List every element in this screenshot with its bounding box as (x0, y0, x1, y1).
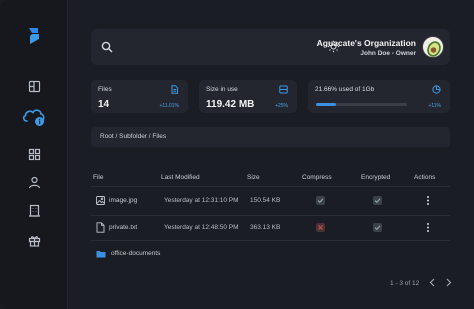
file-size: 363.13 KB (250, 224, 281, 231)
sidebar-item-cloud[interactable] (20, 106, 48, 128)
file-name[interactable]: image.jpg (109, 197, 137, 204)
user-icon (28, 176, 40, 188)
user-role: John Doe - Owner (360, 50, 416, 57)
pagination-info: 1 - 3 of 12 (390, 280, 420, 287)
document-icon (171, 85, 178, 94)
breadcrumb[interactable]: Root / Subfolder / Files (91, 127, 450, 147)
stat-label: Files (98, 86, 112, 93)
grid-icon (28, 148, 40, 160)
usage-progress-fill (316, 103, 336, 106)
stat-trend: +11.01% (159, 103, 179, 109)
top-bar: Aguacate's Organization John Doe - Owner (91, 29, 450, 65)
sidebar-item-grid[interactable] (20, 143, 48, 165)
column-header-size[interactable]: Size (247, 174, 260, 181)
stat-card-size: Size in use 119.42 MB +25% (199, 80, 297, 113)
file-size: 150.54 KB (250, 197, 281, 204)
sidebar-item-gift[interactable] (20, 229, 48, 251)
sidebar-item-building[interactable] (20, 199, 48, 221)
app-window: Aguacate's Organization John Doe - Owner… (0, 0, 474, 309)
more-actions-icon[interactable] (426, 195, 430, 206)
folder-name[interactable]: office-documents (111, 250, 160, 257)
avocado-avatar-icon (427, 41, 441, 57)
stat-label: Size in use (206, 86, 238, 93)
file-name[interactable]: private.txt (109, 224, 137, 231)
organization-name: Aguacate's Organization (316, 38, 416, 48)
breadcrumb-path: Root / Subfolder / Files (100, 133, 167, 140)
previous-page-icon[interactable] (428, 277, 437, 288)
organization-info[interactable]: Aguacate's Organization John Doe - Owner (317, 38, 416, 57)
check-icon (317, 198, 324, 204)
app-logo-icon[interactable] (27, 27, 41, 45)
layout-icon (28, 80, 40, 92)
stat-trend: +11% (428, 103, 441, 109)
cross-icon (318, 225, 323, 230)
gift-icon (28, 235, 40, 247)
stat-card-files: Files 14 +11.01% (91, 80, 188, 113)
last-modified: Yesterday at 12:48:50 PM (164, 224, 239, 231)
more-actions-icon[interactable] (426, 222, 430, 233)
column-header-file[interactable]: File (93, 174, 103, 181)
pie-chart-icon (432, 85, 441, 94)
row-divider (91, 240, 450, 241)
avatar[interactable] (422, 36, 444, 58)
compress-checkbox[interactable] (316, 196, 325, 205)
stat-card-usage: 21.66% used of 1Gb +11% (308, 80, 450, 113)
check-icon (374, 198, 381, 204)
stat-trend: +25% (275, 103, 288, 109)
sidebar-item-user[interactable] (20, 171, 48, 193)
sidebar-item-layout[interactable] (20, 75, 48, 97)
table-row[interactable]: image.jpg Yesterday at 12:31:10 PM 150.5… (91, 189, 450, 215)
compress-checkbox[interactable] (316, 223, 325, 232)
stat-label: 21.66% used of 1Gb (315, 86, 375, 93)
text-file-icon (96, 222, 105, 233)
sidebar (0, 0, 68, 309)
folder-icon (96, 251, 106, 258)
header-divider (91, 186, 450, 187)
cloud-info-icon (22, 109, 45, 126)
usage-progress-bar (316, 103, 407, 106)
stat-value: 14 (98, 99, 110, 110)
check-icon (374, 225, 381, 231)
search-icon[interactable] (101, 41, 113, 53)
last-modified: Yesterday at 12:31:10 PM (164, 197, 239, 204)
storage-icon (279, 85, 288, 94)
image-icon (96, 196, 105, 205)
encrypted-checkbox[interactable] (373, 223, 382, 232)
next-page-icon[interactable] (444, 277, 453, 288)
building-icon (28, 204, 40, 217)
column-header-last-modified[interactable]: Last Modified (161, 174, 200, 181)
stat-value: 119.42 MB (206, 99, 255, 110)
column-header-actions: Actions (414, 174, 436, 181)
encrypted-checkbox[interactable] (373, 196, 382, 205)
main-content: Aguacate's Organization John Doe - Owner… (68, 0, 474, 309)
folder-row[interactable]: office-documents (91, 242, 450, 268)
table-row[interactable]: private.txt Yesterday at 12:48:50 PM 363… (91, 216, 450, 242)
column-header-compress[interactable]: Compress (302, 174, 332, 181)
column-header-encrypted[interactable]: Encrypted (361, 174, 390, 181)
